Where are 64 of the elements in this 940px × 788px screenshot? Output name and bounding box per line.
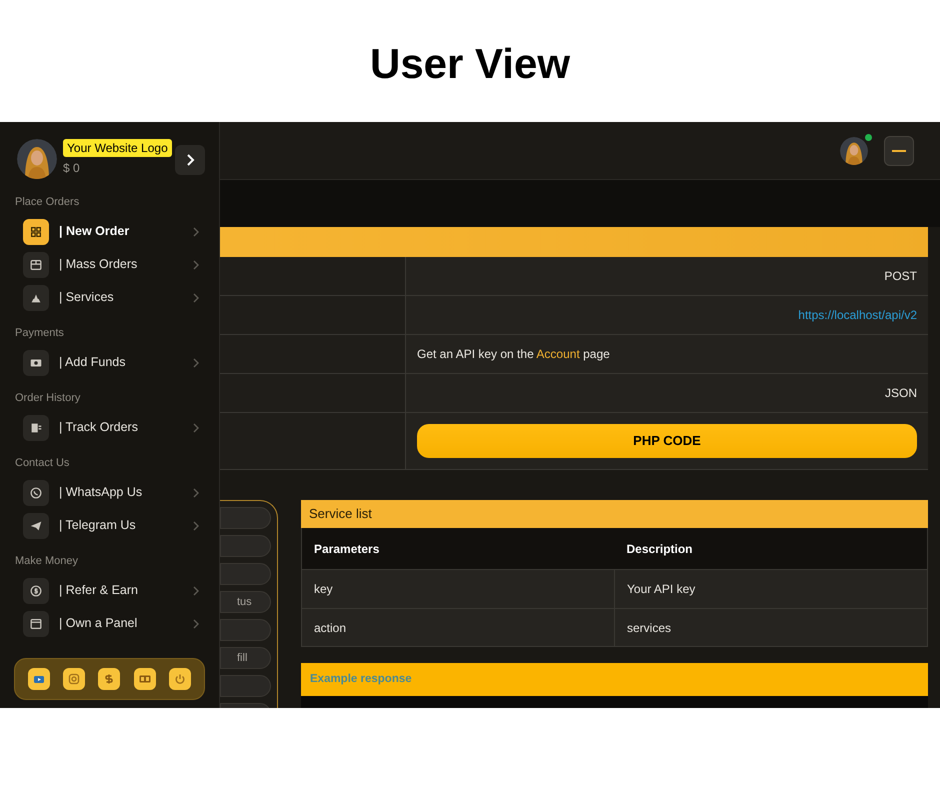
chevron-icon: [193, 422, 199, 432]
chevron-icon: [193, 260, 199, 270]
window-icon: [23, 610, 49, 636]
input-field[interactable]: [220, 675, 271, 697]
input-field[interactable]: tus: [220, 591, 271, 613]
send-icon: [23, 512, 49, 538]
expand-button[interactable]: [175, 145, 205, 175]
section-heading: Contact Us: [14, 456, 70, 471]
api-key-note: Get an API key on the Account page: [417, 346, 610, 363]
menu-button[interactable]: [884, 136, 914, 166]
chevron-icon: [193, 488, 199, 498]
input-field[interactable]: [220, 535, 271, 557]
menu-item[interactable]: | WhatsApp Us: [0, 476, 219, 509]
menu-item[interactable]: | Add Funds: [0, 346, 219, 379]
chevron-icon: [193, 226, 199, 236]
chevron-icon: [193, 292, 199, 302]
logo-label: Your Website Logo: [63, 139, 172, 157]
section-heading: Make Money: [14, 554, 79, 569]
avatar: [17, 139, 57, 179]
chevron-icon: [185, 154, 195, 166]
grid-icon: [23, 218, 49, 244]
dollar-icon: [23, 578, 49, 604]
banknote-icon: [23, 350, 49, 376]
column-header: Description: [626, 542, 693, 556]
box-icon: [23, 252, 49, 278]
menu-item[interactable]: | Mass Orders: [0, 248, 219, 281]
input-field[interactable]: [220, 619, 271, 641]
menu-item[interactable]: | Refer & Earn: [0, 574, 219, 607]
camera-icon[interactable]: [63, 668, 86, 690]
avatar[interactable]: [840, 136, 868, 164]
section-heading: Order History: [14, 390, 82, 406]
table-cell-text: Your API key: [627, 581, 696, 598]
chat-icon: [23, 480, 49, 506]
balance: $ 0: [63, 161, 81, 175]
page-title: User View: [370, 38, 570, 88]
php-code-button[interactable]: PHP CODE: [417, 424, 917, 458]
account-link[interactable]: Account: [536, 347, 580, 361]
chevron-icon: [193, 586, 199, 596]
table-cell-text: action: [314, 620, 346, 636]
menu-item[interactable]: | Services: [0, 281, 219, 314]
input-field[interactable]: fill: [220, 647, 271, 669]
chevron-icon: [193, 618, 199, 628]
menu-item[interactable]: | Own a Panel: [0, 607, 219, 640]
section-title: Example response: [301, 663, 928, 696]
power-icon[interactable]: [169, 668, 192, 690]
menu-item[interactable]: | Telegram Us: [0, 509, 219, 542]
minus-icon: [892, 150, 906, 152]
table-cell-text: key: [314, 581, 333, 598]
chevron-icon: [193, 358, 199, 368]
input-field[interactable]: [220, 507, 271, 529]
input-field[interactable]: [220, 563, 271, 585]
menu-item[interactable]: | New Order: [0, 215, 219, 248]
section-title: Service list: [301, 500, 928, 528]
section-heading: Payments: [14, 326, 65, 341]
chevron-icon: [193, 520, 199, 530]
video-icon[interactable]: [28, 668, 50, 690]
api-url-link[interactable]: https://localhost/api/v2: [798, 306, 917, 324]
table-cell-text: POST: [884, 268, 917, 285]
table-cell-text: services: [627, 620, 672, 636]
dollar-icon[interactable]: [98, 668, 120, 690]
section-heading: Place Orders: [14, 194, 80, 210]
column-header: Parameters: [314, 542, 380, 556]
menu-item[interactable]: | Track Orders: [0, 411, 219, 444]
table-cell-text: JSON: [884, 385, 917, 402]
